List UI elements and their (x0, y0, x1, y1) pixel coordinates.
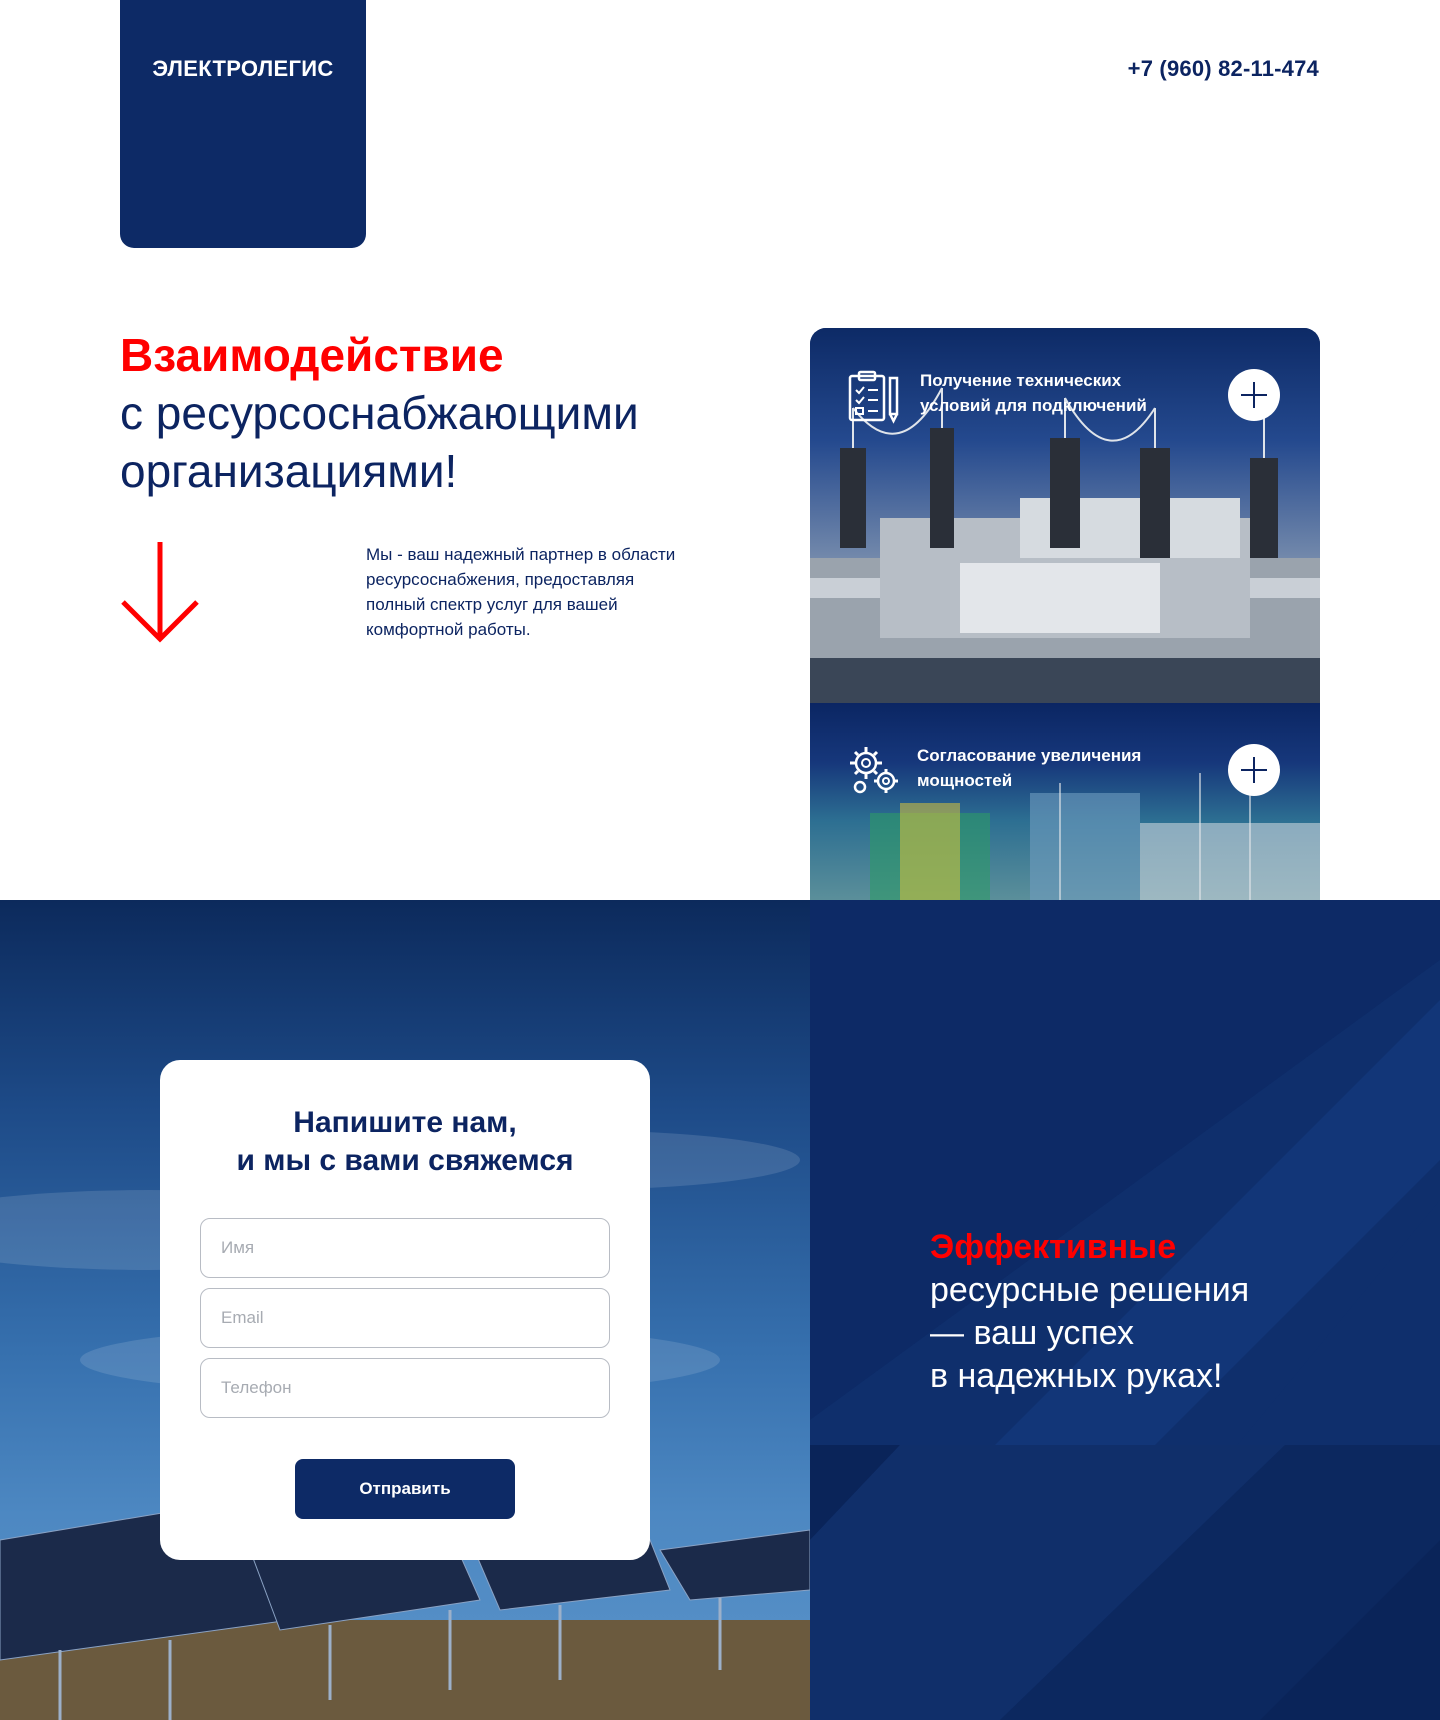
hero-title-line: организациями! (120, 445, 458, 497)
form-title: Напишите нам, и мы с вами свяжемся (160, 1104, 650, 1180)
slogan-line: в надежных руках! (930, 1357, 1223, 1395)
service-title-line: мощностей (917, 771, 1013, 790)
hero-section: ЭЛЕКТРОЛЕГИС +7 (960) 82-11-474 Взаимоде… (0, 0, 1440, 900)
hero-title-line: с ресурсоснабжающими (120, 387, 639, 439)
contact-form: Напишите нам, и мы с вами свяжемся Отпра… (160, 1060, 650, 1560)
slogan-line: — ваш успех (930, 1314, 1134, 1352)
hero-description-line: ресурсоснабжения, предоставляя (366, 570, 635, 589)
hero-description-line: Мы - ваш надежный партнер в области (366, 545, 676, 564)
gears-icon (850, 747, 898, 794)
service-title-line: Согласование увеличения (917, 746, 1142, 765)
services-panel: Получение технических условий для подклю… (810, 328, 1320, 900)
phone-input[interactable] (200, 1358, 610, 1418)
logo[interactable]: ЭЛЕКТРОЛЕГИС (120, 0, 366, 248)
expand-plus-button[interactable] (1228, 744, 1280, 796)
form-title-line: и мы с вами свяжемся (236, 1144, 574, 1177)
hero-description-line: комфортной работы. (366, 620, 531, 639)
slogan-line: ресурсные решения (930, 1271, 1250, 1309)
service-title-line: условий для подключений (920, 396, 1147, 415)
slogan-accent: Эффективные (930, 1228, 1177, 1266)
expand-plus-button[interactable] (1228, 369, 1280, 421)
service-title: Получение технических условий для подклю… (920, 368, 1190, 418)
service-title: Согласование увеличения мощностей (917, 743, 1187, 793)
hero-title: Взаимодействие с ресурсоснабжающими орга… (120, 326, 760, 500)
name-input[interactable] (200, 1218, 610, 1278)
logo-text: ЭЛЕКТРОЛЕГИС (152, 56, 334, 81)
hero-title-accent: Взаимодействие (120, 329, 504, 381)
hero-description-line: полный спектр услуг для вашей (366, 595, 618, 614)
service-title-line: Получение технических (920, 371, 1122, 390)
email-input[interactable] (200, 1288, 610, 1348)
service-card-technical-conditions[interactable]: Получение технических условий для подклю… (810, 328, 1320, 703)
slogan: Эффективные ресурсные решения — ваш успе… (930, 1226, 1400, 1398)
form-title-line: Напишите нам, (293, 1106, 517, 1139)
arrow-down-icon (121, 542, 199, 643)
phone-link[interactable]: +7 (960) 82-11-474 (1128, 56, 1319, 82)
hero-description: Мы - ваш надежный партнер в области ресу… (366, 542, 726, 642)
service-card-power-increase[interactable]: Согласование увеличения мощностей (810, 703, 1320, 900)
clipboard-checklist-icon (848, 370, 899, 424)
industrial-photo (870, 763, 1320, 900)
submit-button[interactable]: Отправить (295, 1459, 515, 1519)
